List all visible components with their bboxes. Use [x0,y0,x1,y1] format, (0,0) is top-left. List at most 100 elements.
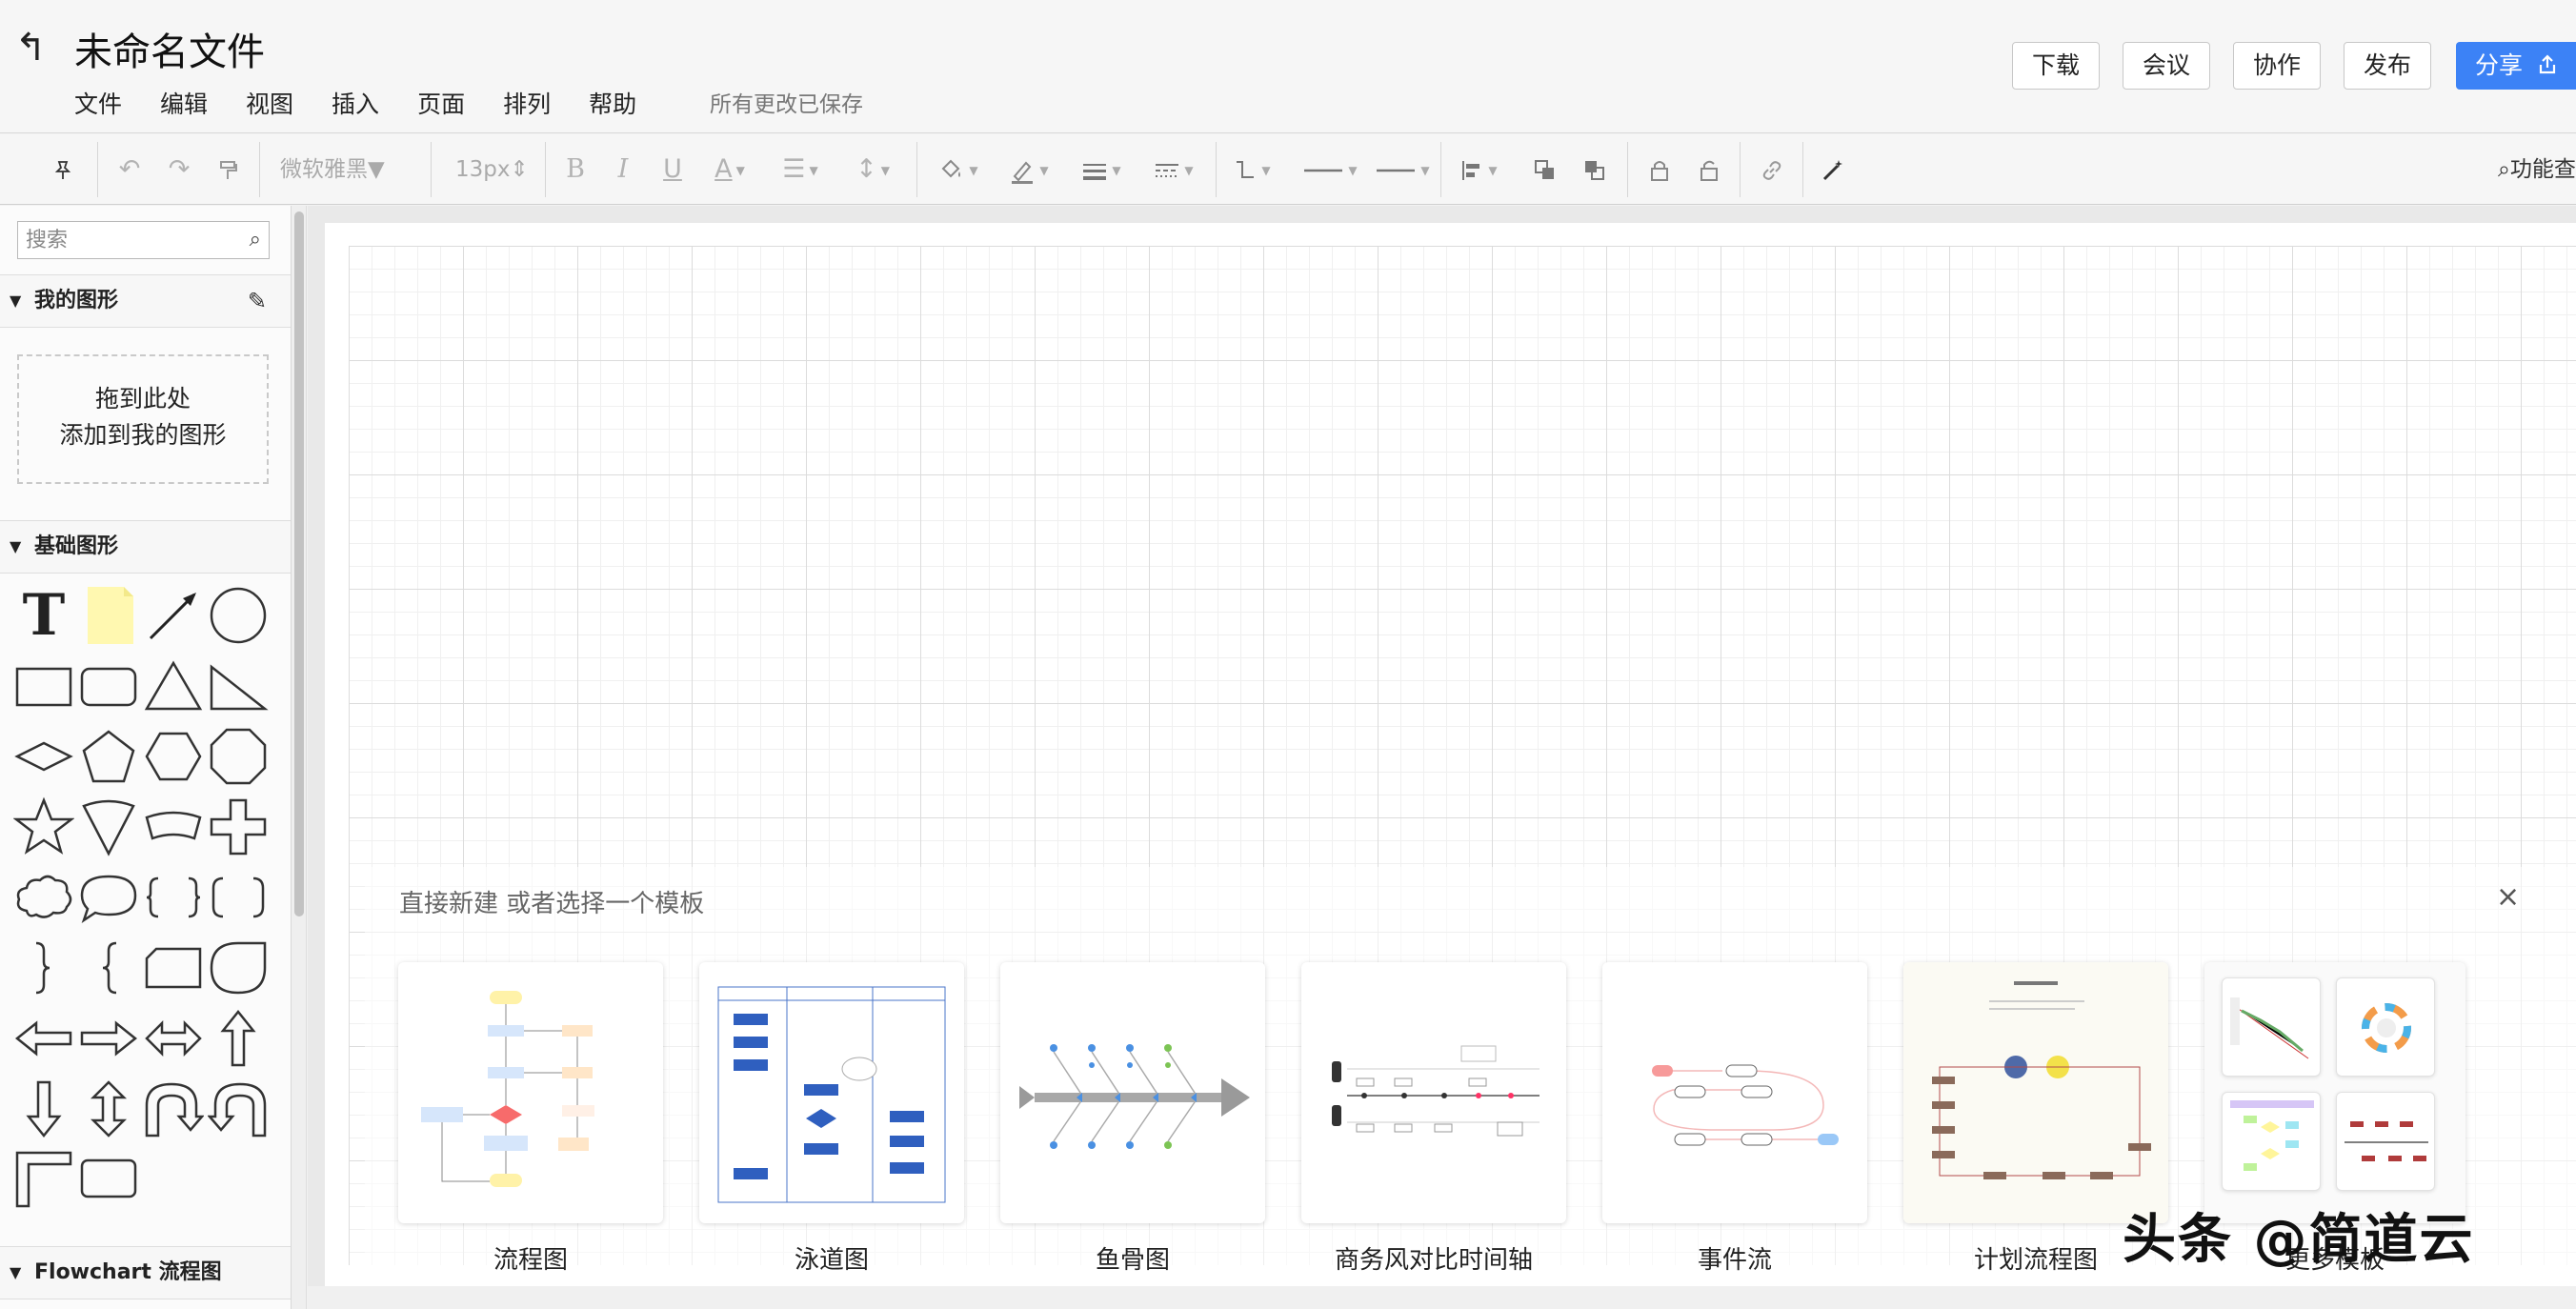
search-icon[interactable]: ⌕ [250,228,261,252]
template-card-more[interactable] [2204,962,2465,1223]
menu-edit[interactable]: 编辑 [160,86,208,120]
pin-icon[interactable] [46,134,80,205]
header: ↰ 未命名文件 文件 编辑 视图 插入 页面 排列 帮助 所有更改已保存 下载 … [0,0,2576,133]
font-family-value: 微软雅黑 [280,157,368,182]
right-triangle-shape[interactable] [208,655,269,716]
rounded-card-shape[interactable] [78,1149,139,1210]
left-brace-shape[interactable] [78,937,139,998]
double-arrow-shape[interactable] [143,1008,204,1069]
share-button[interactable]: 分享 [2456,42,2576,90]
u-turn-arrow-shape[interactable] [143,1078,205,1139]
unlock-icon[interactable] [1692,134,1726,205]
rounded-rectangle-shape[interactable] [78,655,139,716]
underline-icon[interactable]: U [657,134,688,205]
line-spacing-icon[interactable]: ↕ ▼ [850,134,896,205]
align-objects-icon[interactable]: ▼ [1456,134,1501,205]
template-card-swimlane[interactable] [699,962,964,1223]
diamond-shape[interactable] [13,726,74,787]
circle-shape[interactable] [208,585,269,646]
right-brace-shape[interactable] [13,937,74,998]
send-back-icon[interactable] [1578,134,1612,205]
section-flowchart[interactable]: ▼ Flowchart 流程图 [0,1246,291,1299]
line-end-icon[interactable]: ▼ [1368,134,1437,205]
pentagon-shape[interactable] [78,726,139,787]
line-start-icon[interactable]: ▼ [1296,134,1364,205]
back-button[interactable]: ↰ [10,29,51,67]
italic-icon[interactable]: I [608,134,638,205]
section-my-shapes[interactable]: ▼ 我的图形 ✎ [0,274,291,328]
menu-insert[interactable]: 插入 [332,86,379,120]
corner-shape[interactable] [13,1149,74,1210]
connector-icon[interactable]: ▼ [1231,134,1273,205]
redo-icon[interactable]: ↷ [162,134,196,205]
bring-front-icon[interactable] [1528,134,1562,205]
up-down-arrow-shape[interactable] [78,1078,139,1139]
text-shape[interactable]: T [13,585,74,646]
menu-help[interactable]: 帮助 [589,86,636,120]
rectangle-shape[interactable] [13,655,74,716]
down-arrow-shape[interactable] [13,1078,74,1139]
toolbar: ↶ ↷ 微软雅黑▼ 13px⇕ B I U A ▼ ☰ ▼ ↕ ▼ ▼ ▼ ▼ ▼ ▼… [0,134,2576,205]
edit-icon[interactable]: ✎ [248,275,267,327]
drop-zone-line2: 添加到我的图形 [59,421,227,449]
hexagon-shape[interactable] [143,726,204,787]
sector-shape[interactable] [78,796,139,857]
toolbar-divider [259,142,260,197]
stepper-icon: ⇕ [510,157,529,182]
sidebar-scrollbar[interactable] [292,206,307,1309]
template-card-fishbone[interactable] [1000,962,1265,1223]
star-shape[interactable] [12,796,75,857]
sidebar-scroll-thumb[interactable] [294,211,304,916]
download-button[interactable]: 下载 [2012,42,2101,90]
drop-zone[interactable]: 拖到此处 添加到我的图形 [17,354,269,484]
meeting-button[interactable]: 会议 [2123,42,2211,90]
section-basic-shapes[interactable]: ▼ 基础图形 [0,520,291,574]
menu-arrange[interactable]: 排列 [503,86,551,120]
feature-search-button[interactable]: ⌕功能查 [2498,134,2576,205]
speech-bubble-shape[interactable] [78,867,139,928]
font-family-select[interactable]: 微软雅黑▼ [280,134,385,205]
publish-button[interactable]: 发布 [2344,42,2432,90]
brackets-shape[interactable] [208,867,269,928]
up-arrow-shape[interactable] [208,1008,269,1069]
font-color-icon[interactable]: A ▼ [707,134,753,205]
fill-color-icon[interactable]: ▼ [932,134,985,205]
shape-search-input[interactable] [24,222,233,258]
collaborate-button[interactable]: 协作 [2233,42,2322,90]
font-size-stepper[interactable]: 13px⇕ [455,134,529,205]
left-arrow-shape[interactable] [13,1008,74,1069]
u-turn-arrow-alt-shape[interactable] [207,1078,269,1139]
template-card-event-flow[interactable] [1602,962,1867,1223]
template-card-flowchart[interactable] [398,962,663,1223]
octagon-shape[interactable] [208,726,269,787]
right-arrow-shape[interactable] [78,1008,139,1069]
format-painter-icon[interactable] [211,134,246,205]
cross-shape[interactable] [208,796,269,857]
close-icon[interactable]: × [2496,880,2520,914]
note-shape[interactable] [78,585,139,646]
cloud-shape[interactable] [13,867,74,928]
menu-view[interactable]: 视图 [246,86,293,120]
tear-shape[interactable] [208,937,269,998]
link-icon[interactable] [1755,134,1789,205]
lock-icon[interactable] [1642,134,1677,205]
braces-shape[interactable] [143,867,204,928]
canvas-horizontal-scrollbar[interactable] [308,1286,2576,1309]
triangle-shape[interactable] [143,655,204,716]
undo-icon[interactable]: ↶ [112,134,147,205]
bold-icon[interactable]: B [560,134,591,205]
menu-page[interactable]: 页面 [417,86,465,120]
align-icon[interactable]: ☰ ▼ [777,134,823,205]
line-width-icon[interactable]: ▼ [1075,134,1128,205]
arrow-shape[interactable] [143,585,204,646]
template-card-plan-flow[interactable] [1903,962,2168,1223]
template-prompt[interactable]: 直接新建 或者选择一个模板 [399,884,704,919]
document-title[interactable]: 未命名文件 [74,21,265,76]
card-shape[interactable] [143,937,204,998]
template-card-timeline[interactable] [1301,962,1566,1223]
line-dash-icon[interactable]: ▼ [1147,134,1200,205]
line-color-icon[interactable]: ▼ [1002,134,1056,205]
curved-band-shape[interactable] [143,796,204,857]
magic-wand-icon[interactable] [1816,134,1850,205]
menu-file[interactable]: 文件 [74,86,122,120]
